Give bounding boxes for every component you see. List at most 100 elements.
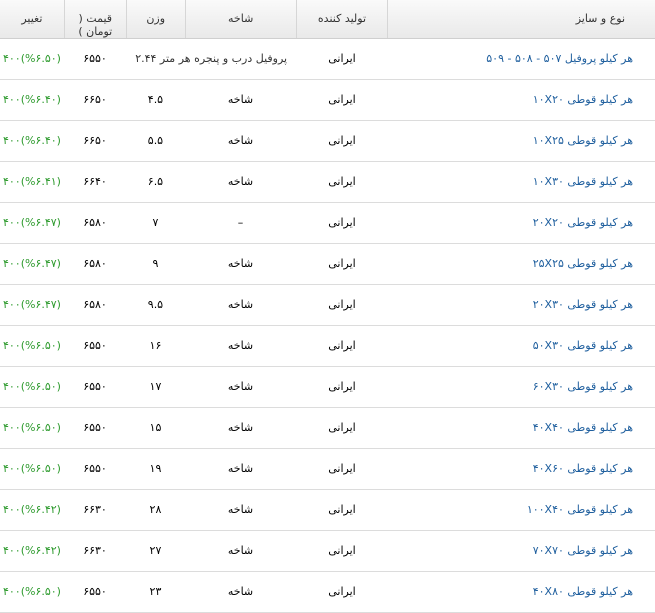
price-cell: ۶۵۵۰ bbox=[83, 380, 107, 393]
branch-cell: پروفیل درب و پنجره هر متر ۲.۴۴ bbox=[135, 52, 288, 65]
weight-cell: ۲۷ bbox=[149, 544, 162, 557]
table-row: هر کیلو قوطی ۲۵X۲۵ ایرانی شاخه ۹ ۶۵۸۰ (%… bbox=[0, 244, 655, 285]
change-cell: (%۶.۴۷)۴۰۰ bbox=[2, 257, 61, 270]
header-weight[interactable]: وزن bbox=[125, 0, 185, 38]
table-row: هر کیلو قوطی ۱۰X۲۵ ایرانی شاخه ۵.۵ ۶۶۵۰ … bbox=[0, 121, 655, 162]
product-name-link[interactable]: هر کیلو قوطی ۲۰X۲۰ bbox=[388, 203, 655, 243]
producer-cell: ایرانی bbox=[328, 544, 356, 557]
change-cell: (%۶.۵۰)۴۰۰ bbox=[2, 339, 61, 352]
weight-cell: ۷ bbox=[152, 216, 159, 229]
producer-cell: ایرانی bbox=[328, 52, 356, 65]
branch-cell: شاخه bbox=[227, 93, 254, 106]
table-row: هر کیلو قوطی ۵۰X۳۰ ایرانی شاخه ۱۶ ۶۵۵۰ (… bbox=[0, 326, 655, 367]
product-name-link[interactable]: هر کیلو قوطی ۵۰X۳۰ bbox=[388, 326, 655, 366]
header-branch[interactable]: شاخه bbox=[184, 0, 296, 38]
weight-cell: ۵.۵ bbox=[147, 134, 164, 147]
product-name-link[interactable]: هر کیلو قوطی ۷۰X۷۰ bbox=[388, 531, 655, 571]
change-cell: (%۶.۴۲)۴۰۰ bbox=[2, 544, 61, 557]
change-cell: (%۶.۴۷)۴۰۰ bbox=[2, 298, 61, 311]
branch-cell: شاخه bbox=[227, 134, 254, 147]
weight-cell: ۲۳ bbox=[149, 585, 162, 598]
price-cell: ۶۶۵۰ bbox=[83, 134, 107, 147]
producer-cell: ایرانی bbox=[328, 93, 356, 106]
producer-cell: ایرانی bbox=[328, 462, 356, 475]
header-price[interactable]: قیمت ( تومان ) bbox=[63, 0, 126, 38]
branch-cell: شاخه bbox=[227, 462, 254, 475]
branch-cell: شاخه bbox=[227, 380, 254, 393]
producer-cell: ایرانی bbox=[328, 298, 356, 311]
product-name-link[interactable]: هر کیلو قوطی ۴۰X۸۰ bbox=[388, 572, 655, 612]
product-name-link[interactable]: هر کیلو قوطی ۱۰X۳۰ bbox=[388, 162, 655, 202]
change-cell: (%۶.۴۰)۴۰۰ bbox=[2, 134, 61, 147]
price-cell: ۶۵۵۰ bbox=[83, 462, 107, 475]
price-table: نوع و سایز تولید کننده شاخه وزن قیمت ( ت… bbox=[0, 0, 655, 613]
table-row: هر کیلو قوطی ۱۰X۳۰ ایرانی شاخه ۶.۵ ۶۶۴۰ … bbox=[0, 162, 655, 203]
producer-cell: ایرانی bbox=[328, 421, 356, 434]
table-row: هر کیلو قوطی ۱۰۰X۴۰ ایرانی شاخه ۲۸ ۶۶۳۰ … bbox=[0, 490, 655, 531]
price-cell: ۶۶۳۰ bbox=[83, 544, 107, 557]
price-cell: ۶۵۵۰ bbox=[83, 52, 107, 65]
table-row: هر کیلو قوطی ۴۰X۸۰ ایرانی شاخه ۲۳ ۶۵۵۰ (… bbox=[0, 572, 655, 613]
weight-cell: ۹.۵ bbox=[147, 298, 164, 311]
price-cell: ۶۵۸۰ bbox=[83, 298, 107, 311]
weight-cell: ۱۶ bbox=[149, 339, 162, 352]
price-cell: ۶۵۸۰ bbox=[83, 257, 107, 270]
price-cell: ۶۶۴۰ bbox=[83, 175, 107, 188]
product-name-link[interactable]: هر کیلو قوطی ۲۰X۳۰ bbox=[388, 285, 655, 325]
branch-cell: شاخه bbox=[227, 175, 254, 188]
weight-cell: ۹ bbox=[152, 257, 159, 270]
price-cell: ۶۵۸۰ bbox=[83, 216, 107, 229]
table-row: هر کیلو قوطی ۴۰X۶۰ ایرانی شاخه ۱۹ ۶۵۵۰ (… bbox=[0, 449, 655, 490]
producer-cell: ایرانی bbox=[328, 339, 356, 352]
product-name-link[interactable]: هر کیلو قوطی ۱۰X۲۰ bbox=[388, 80, 655, 120]
product-name-link[interactable]: هر کیلو قوطی ۱۰۰X۴۰ bbox=[388, 490, 655, 530]
change-cell: (%۶.۵۰)۴۰۰ bbox=[2, 52, 61, 65]
weight-cell: ۱۷ bbox=[149, 380, 162, 393]
header-name[interactable]: نوع و سایز bbox=[387, 0, 655, 38]
producer-cell: ایرانی bbox=[328, 175, 356, 188]
product-name-link[interactable]: هر کیلو قوطی ۶۰X۳۰ bbox=[388, 367, 655, 407]
header-change[interactable]: تغییر bbox=[0, 0, 64, 38]
table-row: هر کیلو پروفیل ۵۰۷ - ۵۰۸ - ۵۰۹ ایرانی پر… bbox=[0, 39, 655, 80]
weight-cell: ۲۸ bbox=[149, 503, 162, 516]
change-cell: (%۶.۵۰)۴۰۰ bbox=[2, 380, 61, 393]
table-row: هر کیلو قوطی ۶۰X۳۰ ایرانی شاخه ۱۷ ۶۵۵۰ (… bbox=[0, 367, 655, 408]
product-name-link[interactable]: هر کیلو قوطی ۴۰X۴۰ bbox=[388, 408, 655, 448]
branch-cell: – bbox=[237, 216, 244, 229]
product-name-link[interactable]: هر کیلو قوطی ۱۰X۲۵ bbox=[388, 121, 655, 161]
table-row: هر کیلو قوطی ۴۰X۴۰ ایرانی شاخه ۱۵ ۶۵۵۰ (… bbox=[0, 408, 655, 449]
change-cell: (%۶.۵۰)۴۰۰ bbox=[2, 462, 61, 475]
producer-cell: ایرانی bbox=[328, 585, 356, 598]
change-cell: (%۶.۴۷)۴۰۰ bbox=[2, 216, 61, 229]
product-name-link[interactable]: هر کیلو پروفیل ۵۰۷ - ۵۰۸ - ۵۰۹ bbox=[388, 39, 655, 79]
price-cell: ۶۶۳۰ bbox=[83, 503, 107, 516]
branch-cell: شاخه bbox=[227, 544, 254, 557]
producer-cell: ایرانی bbox=[328, 380, 356, 393]
weight-cell: ۴.۵ bbox=[147, 93, 164, 106]
change-cell: (%۶.۵۰)۴۰۰ bbox=[2, 585, 61, 598]
change-cell: (%۶.۴۰)۴۰۰ bbox=[2, 93, 61, 106]
table-row: هر کیلو قوطی ۷۰X۷۰ ایرانی شاخه ۲۷ ۶۶۳۰ (… bbox=[0, 531, 655, 572]
change-cell: (%۶.۴۲)۴۰۰ bbox=[2, 503, 61, 516]
branch-cell: شاخه bbox=[227, 339, 254, 352]
table-row: هر کیلو قوطی ۲۰X۲۰ ایرانی – ۷ ۶۵۸۰ (%۶.۴… bbox=[0, 203, 655, 244]
producer-cell: ایرانی bbox=[328, 257, 356, 270]
price-cell: ۶۵۵۰ bbox=[83, 339, 107, 352]
branch-cell: شاخه bbox=[227, 585, 254, 598]
producer-cell: ایرانی bbox=[328, 134, 356, 147]
price-cell: ۶۶۵۰ bbox=[83, 93, 107, 106]
product-name-link[interactable]: هر کیلو قوطی ۲۵X۲۵ bbox=[388, 244, 655, 284]
header-producer[interactable]: تولید کننده bbox=[295, 0, 387, 38]
table-header: نوع و سایز تولید کننده شاخه وزن قیمت ( ت… bbox=[0, 0, 655, 39]
weight-cell: ۱۵ bbox=[149, 421, 162, 434]
change-cell: (%۶.۵۰)۴۰۰ bbox=[2, 421, 61, 434]
branch-cell: شاخه bbox=[227, 298, 254, 311]
producer-cell: ایرانی bbox=[328, 216, 356, 229]
weight-cell: ۱۹ bbox=[149, 462, 162, 475]
price-cell: ۶۵۵۰ bbox=[83, 585, 107, 598]
product-name-link[interactable]: هر کیلو قوطی ۴۰X۶۰ bbox=[388, 449, 655, 489]
weight-cell: ۶.۵ bbox=[147, 175, 164, 188]
branch-cell: شاخه bbox=[227, 421, 254, 434]
branch-cell: شاخه bbox=[227, 257, 254, 270]
table-row: هر کیلو قوطی ۱۰X۲۰ ایرانی شاخه ۴.۵ ۶۶۵۰ … bbox=[0, 80, 655, 121]
